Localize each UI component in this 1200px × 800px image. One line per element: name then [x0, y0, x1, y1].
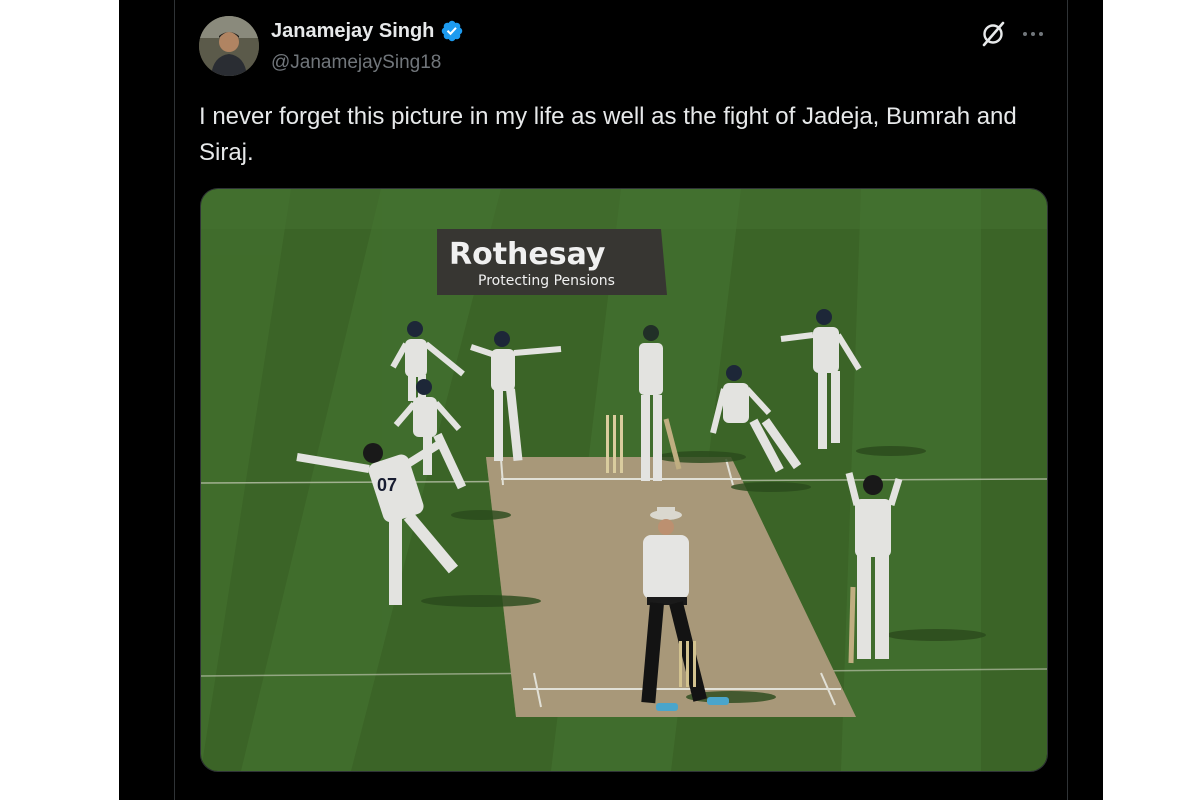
avatar[interactable] — [199, 16, 259, 76]
verified-badge-icon — [442, 20, 463, 42]
user-handle[interactable]: @JanamejaySing18 — [271, 52, 441, 74]
grok-icon[interactable] — [979, 20, 1007, 48]
tweet-card[interactable]: Janamejay Singh @JanamejaySing18 I never… — [175, 0, 1067, 800]
column-divider-right — [1067, 0, 1068, 800]
tweet-text: I never forget this picture in my life a… — [199, 103, 1017, 166]
user-name[interactable]: Janamejay Singh — [271, 19, 464, 43]
tweet-photo[interactable]: Rothesay Protecting Pensions 07 — [200, 188, 1048, 772]
more-options-icon[interactable] — [1021, 24, 1045, 44]
user-name-label: Janamejay Singh — [271, 19, 435, 42]
